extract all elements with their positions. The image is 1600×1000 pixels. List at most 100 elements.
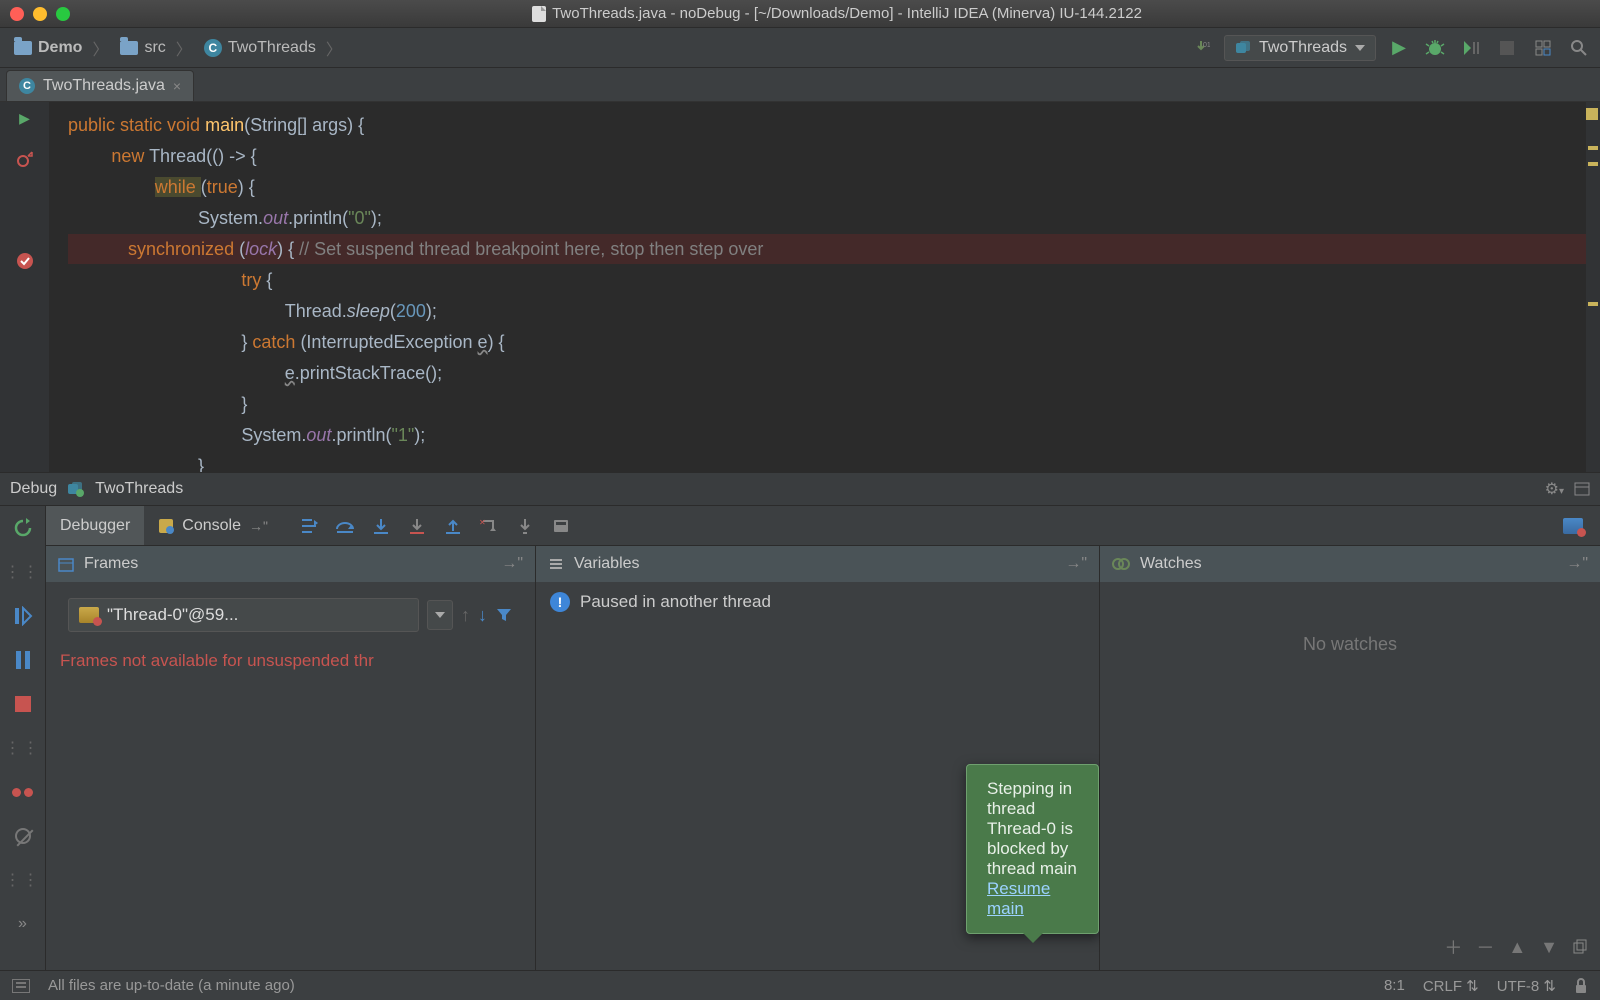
next-frame-button[interactable]: ↓ — [478, 605, 487, 626]
run-to-cursor-button[interactable] — [510, 511, 540, 541]
move-watch-down-button[interactable]: ▼ — [1540, 937, 1558, 958]
editor-tab[interactable]: C TwoThreads.java × — [6, 70, 194, 101]
window-titlebar: TwoThreads.java - noDebug - [~/Downloads… — [0, 0, 1600, 28]
frames-icon — [58, 556, 74, 572]
toolwindows-icon[interactable] — [12, 979, 30, 993]
console-icon — [158, 518, 174, 534]
line-separator-selector[interactable]: CRLF ⇅ — [1423, 977, 1479, 995]
frames-unavailable-message: Frames not available for unsuspended thr — [60, 651, 521, 671]
resume-button[interactable] — [11, 604, 35, 628]
caret-position[interactable]: 8:1 — [1384, 977, 1405, 994]
code-content[interactable]: public static void main(String[] args) {… — [50, 102, 1600, 472]
debug-toolwindow-header[interactable]: Debug TwoThreads ⚙▾ — [0, 472, 1600, 506]
run-config-icon — [1235, 40, 1251, 56]
close-tab-icon[interactable]: × — [173, 78, 181, 94]
editor-tabs: C TwoThreads.java × — [0, 68, 1600, 102]
variables-panel-header[interactable]: Variables →" — [536, 546, 1099, 582]
watches-panel-header[interactable]: Watches →" — [1100, 546, 1600, 582]
stop-debug-button[interactable] — [11, 692, 35, 716]
hide-toolwindow-icon[interactable] — [1574, 482, 1590, 496]
editor-error-stripe[interactable] — [1586, 102, 1600, 472]
pause-button[interactable] — [11, 648, 35, 672]
duplicate-watch-button[interactable] — [1572, 939, 1588, 955]
remove-watch-button[interactable]: － — [1476, 934, 1494, 960]
thread-selector[interactable]: "Thread-0"@59... — [68, 598, 419, 632]
method-exit-icon[interactable] — [16, 144, 34, 174]
search-icon[interactable] — [1566, 35, 1592, 61]
watches-panel-body: No watches ＋ － ▲ ▼ — [1100, 582, 1600, 970]
watches-icon — [1112, 556, 1130, 572]
chevron-right-icon: 〉 — [176, 36, 192, 60]
coverage-button[interactable] — [1458, 35, 1484, 61]
class-icon: C — [19, 78, 35, 94]
run-button[interactable]: ▶ — [1386, 35, 1412, 61]
resume-main-link[interactable]: Resume main — [987, 879, 1050, 918]
expand-icon[interactable]: » — [11, 912, 35, 936]
pin-icon[interactable]: →" — [1065, 555, 1087, 573]
pin-icon[interactable]: →" — [1566, 555, 1588, 573]
debug-button[interactable] — [1422, 35, 1448, 61]
move-watch-up-button[interactable]: ▲ — [1508, 937, 1526, 958]
tab-debugger[interactable]: Debugger — [46, 506, 144, 545]
svg-text:✕: ✕ — [479, 518, 486, 527]
step-into-button[interactable] — [366, 511, 396, 541]
thread-selector-dropdown-button[interactable] — [427, 600, 453, 630]
breadcrumb-folder[interactable]: src 〉 — [114, 36, 197, 60]
no-watches-message: No watches — [1114, 634, 1586, 655]
chevron-down-icon — [435, 612, 445, 618]
encoding-selector[interactable]: UTF-8 ⇅ — [1497, 977, 1556, 995]
pin-icon[interactable]: →" — [501, 555, 523, 573]
pin-icon: →" — [249, 518, 268, 534]
rerun-button[interactable] — [11, 516, 35, 540]
editor-tab-label: TwoThreads.java — [43, 77, 165, 95]
variables-panel-title: Variables — [574, 555, 640, 573]
zoom-window-icon[interactable] — [56, 7, 70, 21]
thread-icon — [79, 607, 99, 623]
gear-icon[interactable]: ⚙▾ — [1545, 479, 1564, 499]
run-config-label: TwoThreads — [1259, 39, 1347, 57]
previous-frame-button[interactable]: ↑ — [461, 605, 470, 626]
run-config-icon — [67, 481, 85, 497]
evaluate-expression-button[interactable] — [546, 511, 576, 541]
class-icon: C — [204, 39, 222, 57]
project-folder-icon — [14, 41, 32, 55]
close-window-icon[interactable] — [10, 7, 24, 21]
step-out-button[interactable] — [438, 511, 468, 541]
more-icon[interactable]: ⋮⋮ — [11, 560, 35, 584]
source-folder-icon — [120, 41, 138, 55]
view-breakpoints-button[interactable] — [11, 780, 35, 804]
breadcrumb-folder-label: src — [144, 39, 165, 57]
window-title: TwoThreads.java - noDebug - [~/Downloads… — [552, 5, 1142, 22]
code-editor[interactable]: ▶ public static void main(String[] args)… — [0, 102, 1600, 472]
breadcrumb-project[interactable]: Demo 〉 — [8, 36, 114, 60]
run-config-selector[interactable]: TwoThreads — [1224, 35, 1376, 61]
add-watch-button[interactable]: ＋ — [1444, 934, 1462, 960]
mute-breakpoints-button[interactable] — [11, 824, 35, 848]
breakpoint-icon[interactable] — [16, 246, 34, 276]
chevron-down-icon — [1355, 45, 1365, 51]
tab-console[interactable]: Console →" — [144, 506, 282, 545]
force-step-into-button[interactable] — [402, 511, 432, 541]
minimize-window-icon[interactable] — [33, 7, 47, 21]
chevron-right-icon: 〉 — [326, 36, 342, 60]
build-icon[interactable]: 01 — [1188, 35, 1214, 61]
project-structure-icon[interactable] — [1530, 35, 1556, 61]
breadcrumb-class[interactable]: C TwoThreads 〉 — [198, 36, 348, 60]
run-line-icon[interactable]: ▶ — [19, 110, 30, 140]
stop-button[interactable] — [1494, 35, 1520, 61]
lock-icon[interactable] — [1574, 978, 1588, 994]
step-over-button[interactable] — [330, 511, 360, 541]
thread-selector-label: "Thread-0"@59... — [107, 605, 408, 625]
thread-dump-icon[interactable] — [1558, 511, 1588, 541]
show-execution-point-button[interactable] — [294, 511, 324, 541]
file-icon — [532, 6, 546, 22]
debug-config-name: TwoThreads — [95, 480, 183, 498]
frames-panel-header[interactable]: Frames →" — [46, 546, 535, 582]
editor-gutter[interactable]: ▶ — [0, 102, 50, 472]
filter-icon[interactable] — [495, 606, 513, 624]
tooltip-text: Stepping in thread Thread-0 is blocked b… — [987, 779, 1078, 879]
variables-panel-body: ! Paused in another thread Stepping in t… — [536, 582, 1099, 970]
more-icon[interactable]: ⋮⋮ — [11, 736, 35, 760]
more-icon[interactable]: ⋮⋮ — [11, 868, 35, 892]
drop-frame-button[interactable]: ✕ — [474, 511, 504, 541]
